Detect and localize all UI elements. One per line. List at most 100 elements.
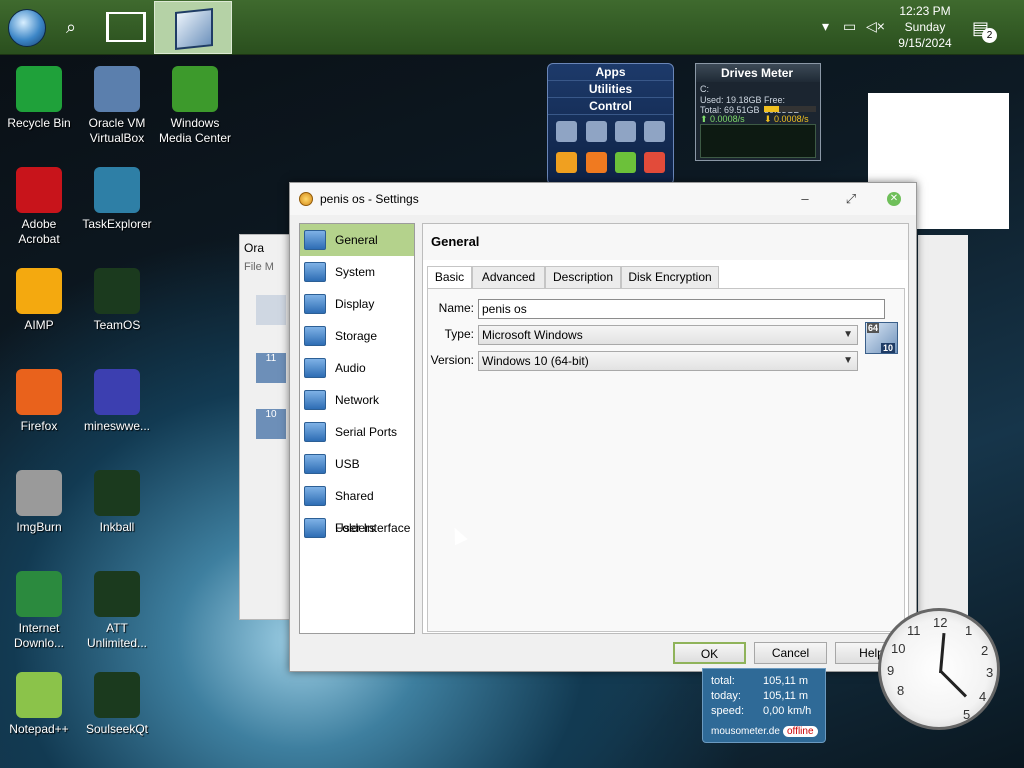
desktop-icon-inkball[interactable]: Inkball [78,470,156,535]
background-window-right [918,235,968,620]
desktop-icon-firefox[interactable]: Firefox [0,369,78,434]
audio-icon [304,358,326,378]
drive-activity-graph [700,124,816,158]
drive-icon[interactable] [615,121,636,142]
version-select[interactable]: Windows 10 (64-bit) ▼ [478,351,858,371]
desktop-icon-teamos[interactable]: TeamOS [78,268,156,333]
imgburn-icon [16,470,62,516]
speed-value: 0,00 km/h [763,705,812,717]
desktop-icon-task-explorer[interactable]: TaskExplorer [78,167,156,232]
taskbar: ⌕ ▾ ▭ ◁× 12:23 PM Sunday 9/15/2024 ▤ 2 [0,0,1024,55]
display-icon [304,294,326,314]
close-button[interactable]: ✕ [887,192,901,206]
tab-disk-encryption[interactable]: Disk Encryption [621,266,719,288]
lock-icon[interactable] [556,152,577,173]
search-icon[interactable]: ⌕ [66,16,88,38]
desktop-icon-label: TaskExplorer [82,217,152,231]
notepadpp-icon [16,672,62,718]
network-icon[interactable]: ▭ [843,18,856,35]
sidebar-item-label: Network [335,393,380,407]
notification-center-button[interactable]: ▤ 2 [972,18,997,43]
desktop-icon-notepadpp[interactable]: Notepad++ [0,672,78,737]
mousometer-widget: total: 105,11 m today: 105,11 m speed: 0… [702,668,826,743]
drive-free: Free: 50.33GB [764,95,800,115]
name-label: Name: [438,301,474,315]
drives-meter-title: Drives Meter [696,64,820,82]
sidebar-item-general[interactable]: General [300,224,414,256]
desktop-icon-label: Recycle Bin [7,116,71,130]
sidebar-item-label: Audio [335,361,366,375]
idm-icon [16,571,62,617]
sidebar-item-audio[interactable]: Audio [300,352,414,384]
desktop-icon-media-center[interactable]: Windows Media Center [156,66,234,146]
desktop-icon-minesweeper[interactable]: mineswwe... [78,369,156,434]
minesweeper-icon [94,369,140,415]
recycle-icon[interactable] [556,121,577,142]
control-menu-item[interactable]: Control [548,98,673,115]
sidebar-item-display[interactable]: Display [300,288,414,320]
folder-icon[interactable] [586,121,607,142]
desktop-icon-label: Inkball [99,520,135,534]
offline-badge[interactable]: offline [783,726,818,737]
sidebar-item-system[interactable]: System [300,256,414,288]
soulseek-icon [94,672,140,718]
tab-basic[interactable]: Basic [427,266,472,289]
speed-label: speed: [711,705,745,717]
desktop-icon-soulseek[interactable]: SoulseekQt [78,672,156,737]
taskbar-virtualbox-button[interactable] [154,1,232,54]
chevron-down-icon: ▼ [843,329,853,340]
sidebar-item-usb[interactable]: USB [300,448,414,480]
clock-numeral: 10 [891,641,906,656]
tools-icon[interactable] [256,295,286,325]
desktop-icon-label: TeamOS [93,318,141,332]
clock-hour-hand [939,633,946,674]
computer-icon[interactable] [644,121,665,142]
desktop-icon-idm[interactable]: Internet Downlo... [0,571,78,651]
desktop-icon-att[interactable]: ATT Unlimited... [78,571,156,651]
desktop-icon-imgburn[interactable]: ImgBurn [0,470,78,535]
desktop-icon-recycle-bin[interactable]: Recycle Bin [0,66,78,131]
ok-button[interactable]: OK [673,642,746,664]
minimize-button[interactable]: – [788,183,822,215]
desktop-icon-aimp[interactable]: AIMP [0,268,78,333]
cancel-button[interactable]: Cancel [754,642,827,664]
clock-numeral: 12 [933,615,948,630]
desktop-icon-label: Notepad++ [9,722,69,736]
desktop-icon-label: Firefox [20,419,58,433]
sidebar-item-label: System [335,265,376,279]
clock-numeral: 1 [965,623,973,638]
sidebar-item-user-interface[interactable]: User Interface [300,512,414,544]
tab-description[interactable]: Description [545,266,621,288]
utilities-menu-item[interactable]: Utilities [548,81,673,98]
sidebar-item-storage[interactable]: Storage [300,320,414,352]
virtualbox-icon [94,66,140,112]
apps-menu-item[interactable]: Apps [548,64,673,81]
desktop-icon-virtualbox[interactable]: Oracle VM VirtualBox [78,66,156,146]
sidebar-item-label: General [335,233,378,247]
tab-advanced[interactable]: Advanced [472,266,545,288]
chevron-up-icon[interactable]: ▾ [822,18,829,35]
desktop-icon-label: SoulseekQt [85,722,149,736]
vm-list-item[interactable]: 11 [256,353,286,383]
restart-icon[interactable] [615,152,636,173]
volume-muted-icon[interactable]: ◁× [866,18,885,35]
sidebar-item-serial-ports[interactable]: Serial Ports [300,416,414,448]
sidebar-item-network[interactable]: Network [300,384,414,416]
start-button[interactable] [8,9,46,47]
desktop-icon-acrobat[interactable]: Adobe Acrobat [0,167,78,247]
shutdown-icon[interactable] [644,152,665,173]
settings-sidebar: General System Display Storage Audio Network S… [299,223,415,634]
vm-list-item[interactable]: 10 [256,409,286,439]
task-view-icon[interactable] [106,12,146,42]
name-field[interactable]: penis os [478,299,885,319]
sidebar-item-label: User Interface [335,521,411,535]
taskbar-clock[interactable]: 12:23 PM Sunday 9/15/2024 [886,3,964,51]
dialog-titlebar[interactable]: penis os - Settings – ⤢ ✕ [290,183,916,215]
power-icon[interactable] [586,152,607,173]
settings-main-panel: General Basic Advanced Description Disk … [422,223,909,634]
type-select[interactable]: Microsoft Windows ▼ [478,325,858,345]
maximize-button[interactable]: ⤢ [834,183,868,215]
desktop-icon-label: Oracle VM VirtualBox [88,116,146,145]
sidebar-item-label: Storage [335,329,378,343]
sidebar-item-shared-folders[interactable]: Shared Folders [300,480,414,535]
